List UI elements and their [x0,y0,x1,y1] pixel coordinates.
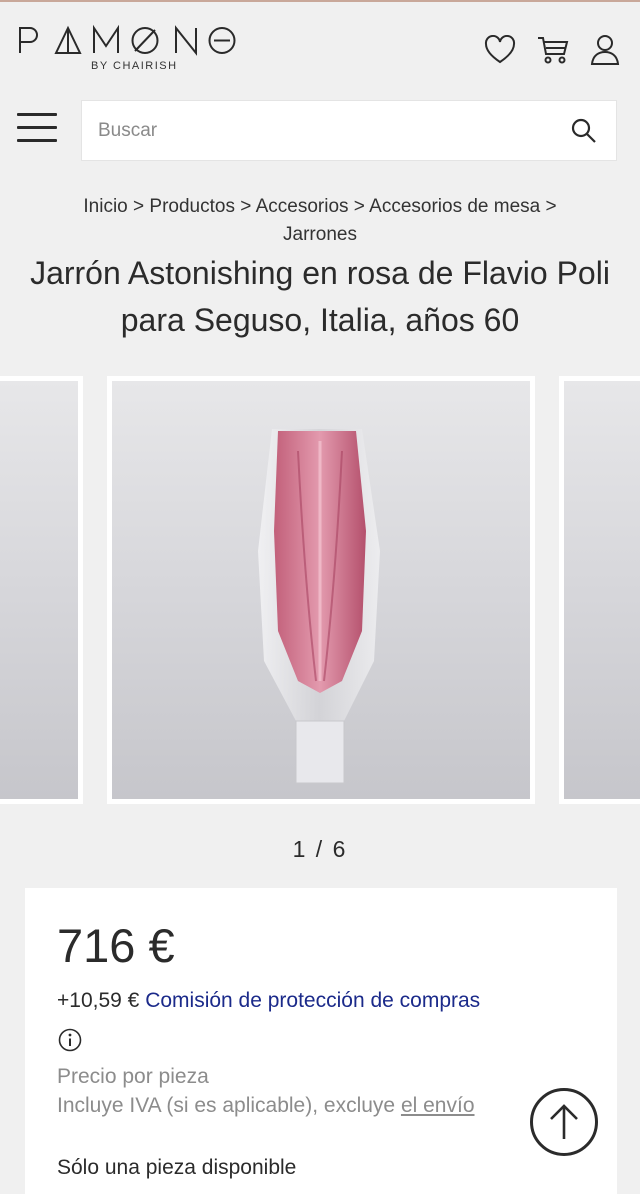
vat-info: Incluye IVA (si es aplicable), excluye e… [57,1094,475,1118]
breadcrumb-separator: > [545,196,557,217]
protection-fee-link[interactable]: Comisión de protección de compras [145,989,480,1012]
info-icon[interactable] [58,1028,82,1057]
carousel-slide-next[interactable] [559,376,640,804]
search-input[interactable] [82,101,552,160]
scroll-to-top-button[interactable] [530,1088,598,1156]
user-icon[interactable] [590,34,620,66]
breadcrumb-separator: > [133,196,145,217]
search-bar [81,100,617,161]
logo-wordmark [18,24,258,56]
protection-fee: +10,59 € Comisión de protección de compr… [57,989,480,1013]
breadcrumb-item-accesorios[interactable]: Accesorios [256,196,349,217]
logo-wordmark-graphic [19,24,236,56]
product-image-next [564,381,640,799]
menu-line [17,126,57,129]
fee-amount: +10,59 € [57,989,140,1012]
vat-text: Incluye IVA (si es aplicable), excluye [57,1094,396,1117]
breadcrumb-separator: > [240,196,252,217]
search-icon[interactable] [570,117,598,145]
breadcrumb-item-jarrones[interactable]: Jarrones [283,224,357,245]
logo-subtitle: BY CHAIRISH [91,60,178,72]
product-image-previous [0,381,78,799]
product-image [112,381,530,799]
product-title: Jarrón Astonishing en rosa de Flavio Pol… [30,255,610,338]
carousel-slide-current[interactable] [107,376,535,804]
image-counter: 1 / 6 [292,836,348,862]
price-per-piece-label: Precio por pieza [57,1065,209,1088]
breadcrumb-item-inicio[interactable]: Inicio [83,196,127,217]
product-price: 716 € [57,919,175,972]
header-icons [484,34,620,66]
site-header: BY CHAIRISH [0,2,640,92]
arrow-up-icon [550,1104,578,1139]
availability-text: Sólo una pieza disponible [57,1156,297,1179]
heart-icon[interactable] [484,35,516,65]
breadcrumb: Inicio > Productos > Accesorios > Acceso… [20,193,620,249]
pamono-logo[interactable]: BY CHAIRISH [18,24,258,72]
carousel-slide-previous[interactable] [0,376,83,804]
cart-icon[interactable] [536,34,570,66]
breadcrumb-item-accesorios-de-mesa[interactable]: Accesorios de mesa [369,196,540,217]
breadcrumb-separator: > [353,196,365,217]
vase-illustration [258,429,380,784]
price-card: 716 € +10,59 € Comisión de protección de… [25,888,617,1194]
menu-line [17,113,57,116]
image-carousel[interactable] [0,376,640,804]
shipping-link[interactable]: el envío [401,1094,475,1117]
breadcrumb-item-productos[interactable]: Productos [149,196,235,217]
menu-line [17,139,57,142]
hamburger-menu-button[interactable] [17,113,57,147]
